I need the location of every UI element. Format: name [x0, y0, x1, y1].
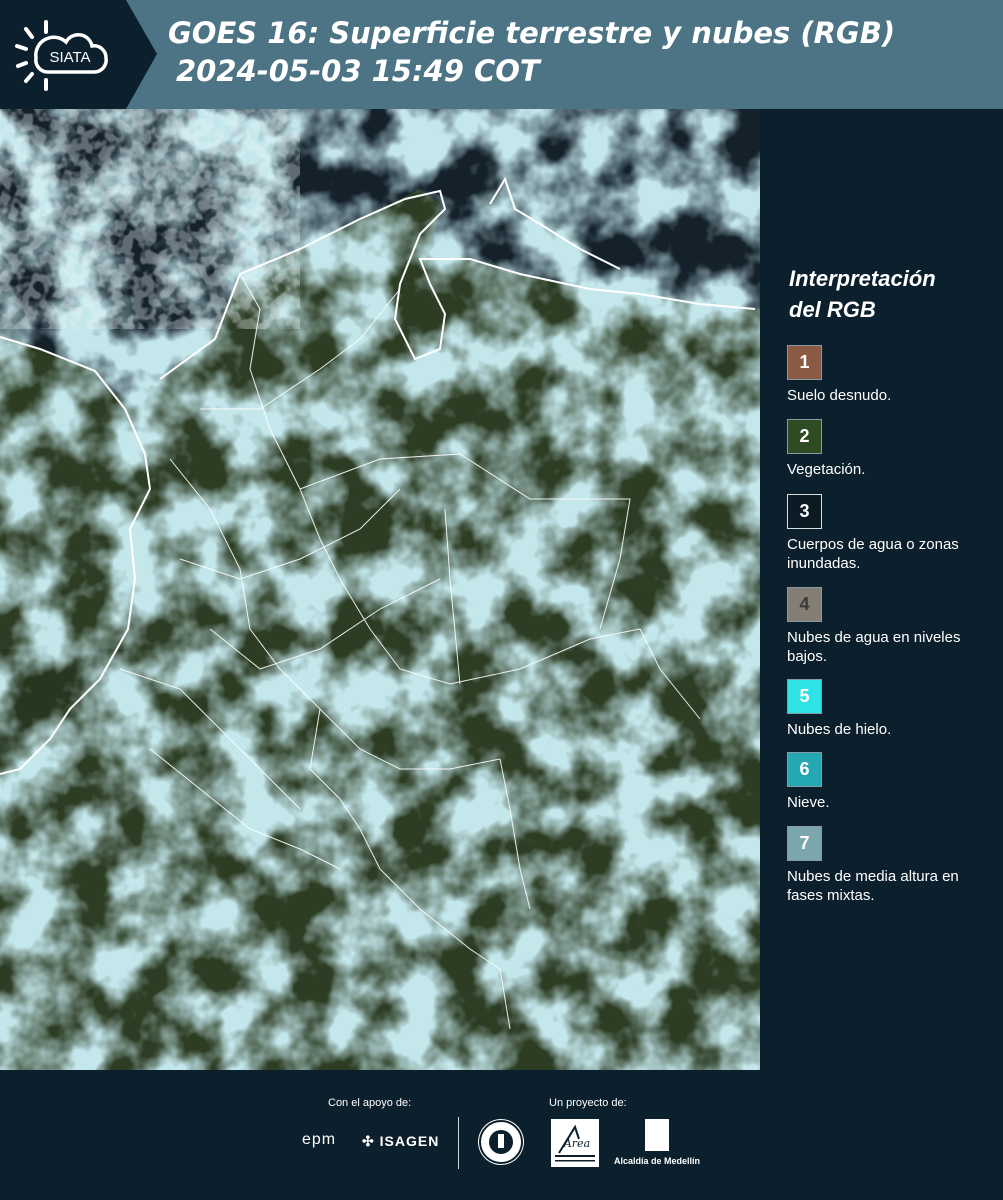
header-bar: SIATA GOES 16: Superficie terrestre y nu… [0, 0, 1003, 109]
legend-label: Nubes de hielo. [787, 721, 892, 738]
footer: Con el apoyo de: Un proyecto de: epm ✣ I… [0, 1070, 1003, 1200]
legend-title: Interpretación del RGB [789, 263, 936, 325]
siata-logo[interactable]: SIATA [0, 0, 157, 109]
title-line-1: GOES 16: Superficie terrestre y nubes (R… [168, 16, 896, 50]
legend-label: Cuerpos de agua o zonas inundadas. [787, 536, 959, 572]
page-title: GOES 16: Superficie terrestre y nubes (R… [168, 14, 895, 90]
legend-label: Nubes de media altura en fases mixtas. [787, 868, 959, 904]
legend-label: Vegetación. [787, 461, 866, 478]
legend-item-nubes-agua-bajos: 4 Nubes de agua en niveles bajos. [787, 587, 997, 666]
legend-title-line-2: del RGB [789, 297, 876, 322]
legend-label: Nieve. [787, 794, 830, 811]
medellin-seal-logo[interactable] [478, 1119, 524, 1165]
area-metropolitana-icon: Área [555, 1124, 595, 1162]
legend-panel: Interpretación del RGB 1 Suelo desnudo. … [760, 109, 1003, 1070]
legend-swatch: 6 [787, 752, 822, 787]
legend-title-line-1: Interpretación [789, 266, 936, 291]
legend-item-nubes-media-altura: 7 Nubes de media altura en fases mixtas. [787, 826, 997, 905]
support-label: Con el apoyo de: [328, 1097, 412, 1109]
isagen-text: ISAGEN [379, 1133, 440, 1149]
legend-swatch: 2 [787, 419, 822, 454]
title-line-2: 2024-05-03 15:49 COT [176, 54, 540, 88]
svg-text:Área: Área [563, 1136, 590, 1150]
legend-swatch: 7 [787, 826, 822, 861]
legend-item-vegetacion: 2 Vegetación. [787, 419, 997, 479]
legend-item-nubes-hielo: 5 Nubes de hielo. [787, 679, 997, 739]
ocean-speckle [0, 109, 300, 329]
alcaldia-medellin-logo[interactable]: Alcaldía de Medellín [612, 1119, 702, 1171]
alcaldia-name: Alcaldía de Medellín [613, 1156, 701, 1166]
satellite-map[interactable] [0, 109, 760, 1070]
isagen-logo[interactable]: ✣ ISAGEN [362, 1133, 439, 1150]
isagen-icon: ✣ [362, 1133, 380, 1149]
legend-swatch: 4 [787, 587, 822, 622]
legend-swatch: 1 [787, 345, 822, 380]
legend-swatch: 5 [787, 679, 822, 714]
legend-label: Nubes de agua en niveles bajos. [787, 629, 961, 665]
legend-item-suelo-desnudo: 1 Suelo desnudo. [787, 345, 997, 405]
footer-divider [458, 1117, 459, 1169]
legend-item-nieve: 6 Nieve. [787, 752, 997, 812]
logo-text: SIATA [49, 49, 90, 66]
alcaldia-shield-icon [645, 1119, 669, 1151]
legend-label: Suelo desnudo. [787, 387, 892, 404]
area-metropolitana-logo[interactable]: Área [551, 1119, 599, 1167]
satellite-image [0, 109, 760, 1070]
legend-item-cuerpos-de-agua: 3 Cuerpos de agua o zonas inundadas. [787, 494, 997, 573]
project-label: Un proyecto de: [549, 1097, 627, 1109]
epm-logo[interactable]: epm [302, 1131, 336, 1149]
legend-swatch: 3 [787, 494, 822, 529]
seal-icon [479, 1120, 523, 1164]
